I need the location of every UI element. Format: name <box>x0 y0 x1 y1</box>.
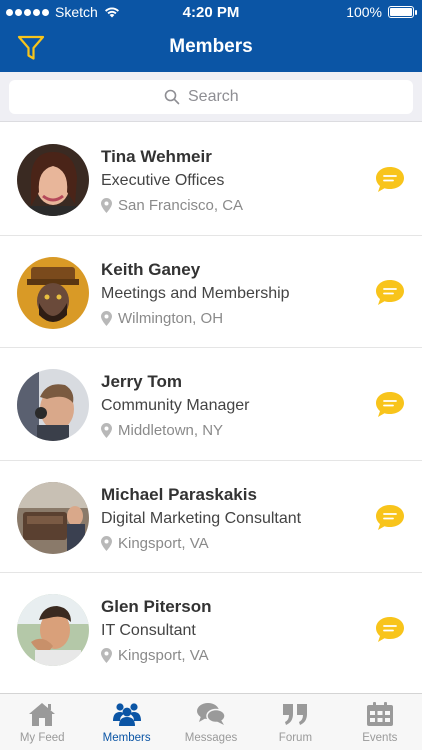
chat-bubble-icon[interactable] <box>374 503 406 533</box>
tab-label: My Feed <box>19 732 65 744</box>
calendar-icon <box>366 702 393 726</box>
member-role: Digital Marketing Consultant <box>101 509 302 527</box>
tab-forum[interactable]: Forum <box>253 694 337 750</box>
member-name: Glen Piterson <box>101 597 212 616</box>
location-pin-icon <box>101 648 112 663</box>
status-right: 100% <box>346 4 417 20</box>
member-location: Wilmington, OH <box>101 310 223 327</box>
location-pin-icon <box>101 310 112 326</box>
avatar <box>17 594 89 666</box>
tab-members[interactable]: Members <box>84 694 168 750</box>
chat-bubble-icon[interactable] <box>374 165 406 195</box>
member-row[interactable]: Glen Piterson IT Consultant Kingsport, V… <box>0 573 422 686</box>
status-bar: Sketch 4:20 PM 100% <box>0 0 422 24</box>
member-role: Executive Offices <box>101 172 225 189</box>
tab-label: Events <box>362 732 398 744</box>
member-location-text: Kingsport, VA <box>118 534 209 552</box>
tab-label: Messages <box>184 732 238 744</box>
member-name: Jerry Tom <box>101 372 182 391</box>
member-row[interactable]: Michael Paraskakis Digital Marketing Con… <box>0 461 422 573</box>
tab-messages[interactable]: Messages <box>169 694 253 750</box>
location-pin-icon <box>101 535 112 551</box>
search-bar <box>0 72 422 122</box>
member-location: Middletown, NY <box>101 422 223 439</box>
members-list: Tina Wehmeir Executive Offices San Franc… <box>0 123 422 693</box>
avatar <box>17 369 89 441</box>
messages-icon <box>197 703 226 725</box>
member-location-text: Wilmington, OH <box>118 309 224 327</box>
battery-percent: 100% <box>346 4 382 20</box>
battery-icon <box>388 6 417 18</box>
search-field[interactable] <box>9 80 413 114</box>
location-pin-icon <box>101 198 112 213</box>
tab-bar: My Feed Members Messages Forum Events <box>0 693 422 750</box>
member-row[interactable]: Keith Ganey Meetings and Membership Wilm… <box>0 236 422 348</box>
member-location-text: Kingsport, VA <box>118 647 209 664</box>
member-location-text: San Francisco, CA <box>118 197 244 214</box>
page-title: Members <box>169 36 253 57</box>
member-role: IT Consultant <box>101 622 196 639</box>
avatar <box>17 256 89 329</box>
avatar <box>17 144 89 216</box>
avatar <box>17 481 89 554</box>
home-icon <box>29 703 56 726</box>
member-location: Kingsport, VA <box>101 647 209 664</box>
member-row[interactable]: Tina Wehmeir Executive Offices San Franc… <box>0 123 422 236</box>
chat-bubble-icon[interactable] <box>374 390 406 420</box>
tab-label: Members <box>102 732 151 744</box>
member-role: Meetings and Membership <box>101 284 290 302</box>
chat-bubble-icon[interactable] <box>374 278 406 308</box>
tab-my-feed[interactable]: My Feed <box>0 694 84 750</box>
chat-bubble-icon[interactable] <box>374 615 406 645</box>
member-location-text: Middletown, NY <box>118 422 224 439</box>
app-header: Sketch 4:20 PM 100% Members <box>0 0 422 72</box>
members-icon <box>112 703 141 726</box>
search-icon <box>164 89 180 105</box>
member-row[interactable]: Jerry Tom Community Manager Middletown, … <box>0 348 422 461</box>
quote-icon <box>283 704 308 725</box>
nav-bar: Members <box>0 24 422 72</box>
member-name: Keith Ganey <box>101 259 201 279</box>
member-role: Community Manager <box>101 397 250 414</box>
location-pin-icon <box>101 423 112 438</box>
member-location: Kingsport, VA <box>101 535 209 552</box>
tab-events[interactable]: Events <box>338 694 422 750</box>
search-input[interactable] <box>188 88 258 106</box>
member-location: San Francisco, CA <box>101 197 243 214</box>
member-name: Tina Wehmeir <box>101 147 212 166</box>
tab-label: Forum <box>278 732 313 744</box>
member-name: Michael Paraskakis <box>101 484 257 504</box>
